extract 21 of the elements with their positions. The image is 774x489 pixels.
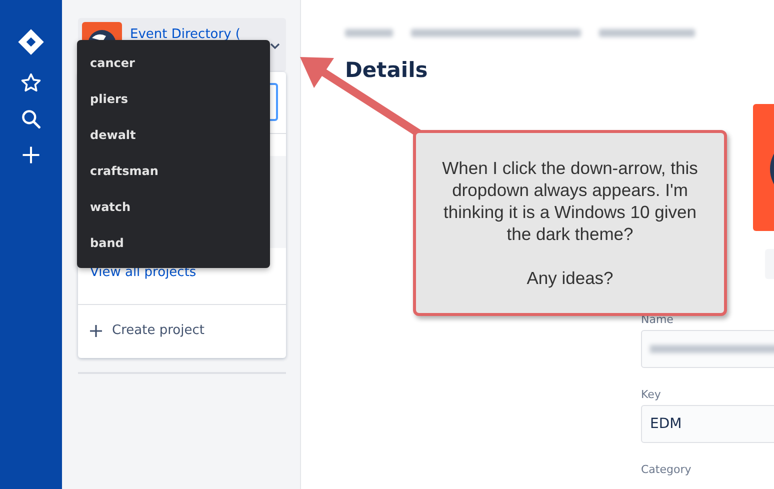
annotation-text: Any ideas? — [526, 267, 614, 289]
menu-item[interactable]: dewalt — [77, 122, 270, 158]
field-label: Key — [641, 388, 662, 401]
field-label: Category — [641, 463, 692, 476]
menu-item[interactable]: band — [77, 230, 270, 266]
key-field[interactable]: EDM — [641, 405, 774, 443]
plus-icon — [90, 324, 102, 336]
field-label: Name — [641, 313, 674, 326]
diamond-logo-icon[interactable] — [17, 28, 45, 56]
menu-item[interactable]: cancer — [77, 50, 270, 86]
search-icon[interactable] — [20, 108, 42, 130]
chevron-down-icon[interactable] — [270, 42, 280, 50]
project-title[interactable]: Event Directory ( — [130, 27, 262, 42]
create-project-button[interactable]: Create project — [78, 305, 286, 356]
annotation-text: When I click the down-arrow, this dropdown always appears. I'm thinking it is a Windows 10 given the dark theme? — [441, 157, 699, 245]
page-heading: Details — [345, 58, 429, 82]
menu-item[interactable]: craftsman — [77, 158, 270, 194]
star-icon[interactable] — [20, 72, 42, 94]
plus-icon[interactable] — [20, 144, 42, 166]
menu-item[interactable]: watch — [77, 194, 270, 230]
menu-item[interactable]: pliers — [77, 86, 270, 122]
